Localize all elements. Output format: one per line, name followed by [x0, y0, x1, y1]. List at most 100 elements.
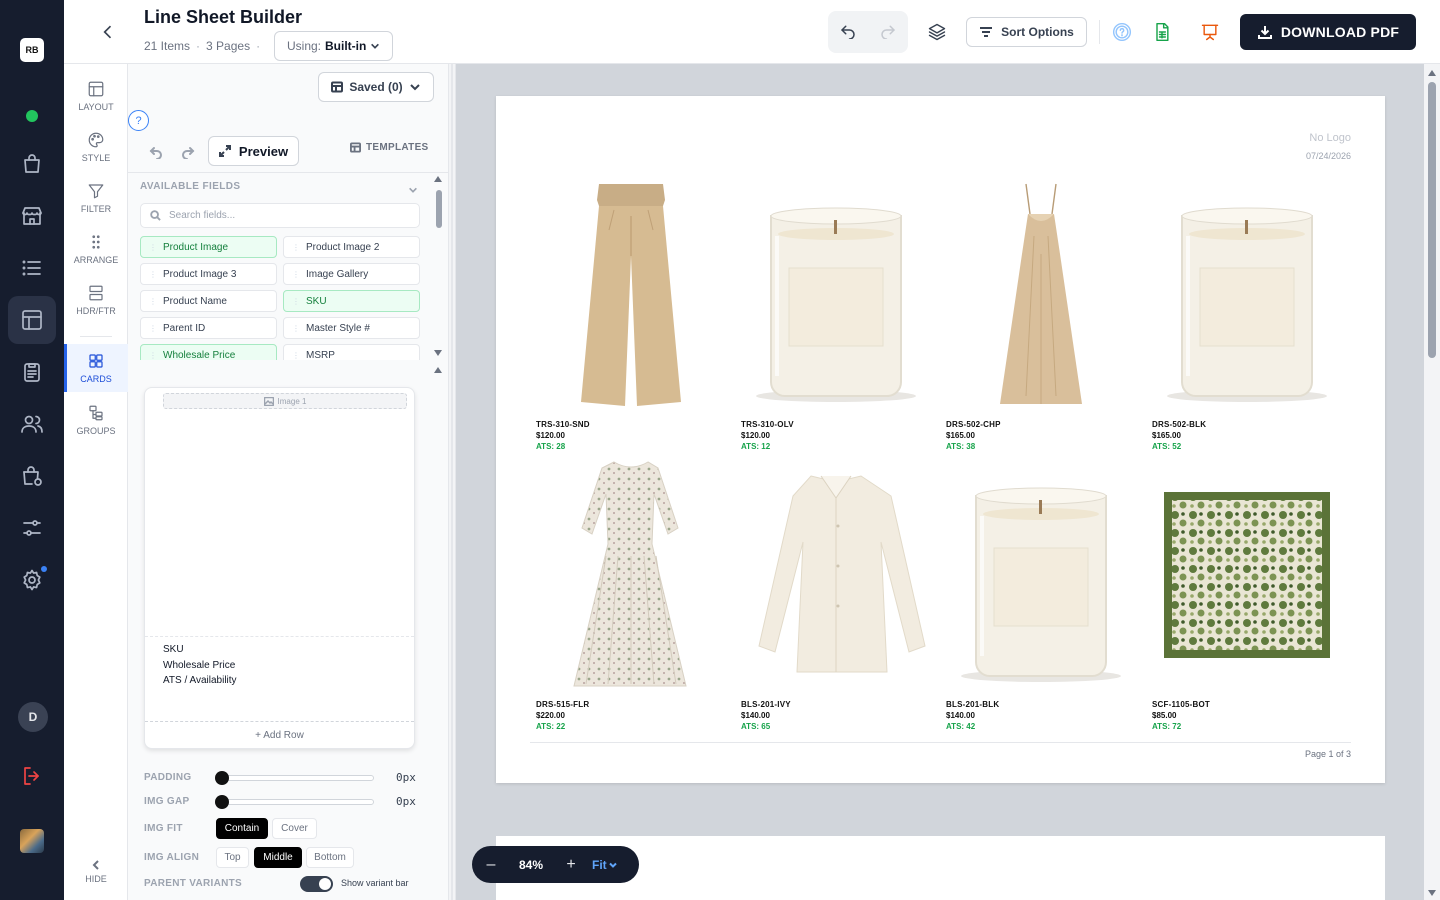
tool-style[interactable]: STYLE [64, 123, 128, 171]
field-chip[interactable]: ⋮ Master Style # [283, 317, 420, 339]
zoom-in-button[interactable]: + [552, 846, 590, 883]
drag-handle-icon[interactable]: ⋮ [292, 297, 300, 306]
download-pdf-button[interactable]: DOWNLOAD PDF [1240, 14, 1416, 50]
hide-panel-button[interactable]: HIDE [64, 852, 128, 892]
product-card[interactable]: DRS-502-BLK $165.00 ATS: 52 [1152, 176, 1342, 451]
field-chip[interactable]: ⋮ Product Image 2 [283, 236, 420, 258]
fields-scrollbar-thumb[interactable] [436, 190, 442, 228]
add-row-button[interactable]: + Add Row [145, 721, 414, 748]
help-button[interactable] [1108, 18, 1136, 46]
product-card[interactable]: SCF-1105-BOT $85.00 ATS: 72 [1152, 456, 1342, 731]
tool-header-footer[interactable]: HDR/FTR [64, 276, 128, 324]
field-chip[interactable]: ⋮ Image Gallery [283, 263, 420, 285]
canvas-scrollbar-thumb[interactable] [1428, 82, 1436, 358]
product-card[interactable]: TRS-310-SND $120.00 ATS: 28 [536, 176, 726, 451]
panel-help-icon[interactable]: ? [128, 110, 149, 131]
tool-groups[interactable]: GROUPS [64, 396, 128, 444]
field-chip[interactable]: ⋮ Product Image [140, 236, 277, 258]
layers-button[interactable] [923, 18, 951, 46]
rail-list-button[interactable] [8, 244, 56, 292]
image-slot[interactable]: Image 1 [163, 393, 407, 409]
drag-handle-icon[interactable]: ⋮ [149, 243, 157, 252]
rail-sliders-button[interactable] [8, 504, 56, 552]
canvas-scroll-down-arrow[interactable] [1428, 890, 1436, 896]
panel-scroll-up-arrow[interactable] [434, 367, 442, 373]
logo-placeholder[interactable]: No Logo [1309, 132, 1351, 144]
card-field-ats[interactable]: ATS / Availability [163, 673, 237, 689]
groups-icon [89, 405, 103, 421]
rail-store-button[interactable] [8, 192, 56, 240]
sort-options-button[interactable]: Sort Options [966, 17, 1087, 47]
drag-handle-icon[interactable]: ⋮ [149, 297, 157, 306]
tool-cards[interactable]: CARDS [64, 344, 128, 392]
product-card[interactable]: TRS-310-OLV $120.00 ATS: 12 [741, 176, 931, 451]
field-search-input[interactable] [169, 210, 409, 221]
rail-settings-button[interactable] [8, 556, 56, 604]
drag-handle-icon[interactable]: ⋮ [149, 351, 157, 360]
redo-button[interactable] [879, 21, 897, 44]
user-avatar[interactable]: D [18, 702, 48, 732]
field-chip[interactable]: ⋮ Wholesale Price [140, 344, 277, 360]
padding-slider-knob[interactable] [215, 771, 229, 785]
product-card[interactable]: BLS-201-BLK $140.00 ATS: 42 [946, 456, 1136, 731]
card-field-sku[interactable]: SKU [163, 642, 237, 658]
img-fit-cover-option[interactable]: Cover [272, 818, 317, 839]
canvas-scrollbar[interactable] [1424, 64, 1440, 900]
template-source-dropdown[interactable]: Using: Built-in [274, 31, 394, 61]
img-align-middle-option[interactable]: Middle [254, 847, 302, 868]
panel-divider [128, 172, 448, 173]
fields-scroll-down-arrow[interactable] [434, 350, 442, 356]
drag-handle-icon[interactable]: ⋮ [149, 324, 157, 333]
workspace-avatar-image[interactable] [20, 829, 44, 853]
drag-handle-icon[interactable]: ⋮ [149, 270, 157, 279]
product-card[interactable]: BLS-201-IVY $140.00 ATS: 65 [741, 456, 931, 731]
img-gap-slider[interactable] [215, 795, 374, 809]
rail-logout-button[interactable] [8, 752, 56, 800]
panel-undo-button[interactable] [146, 142, 166, 162]
show-variant-bar-toggle[interactable] [300, 876, 333, 892]
field-chip[interactable]: ⋮ Product Image 3 [140, 263, 277, 285]
padding-slider[interactable] [215, 771, 374, 785]
undo-button[interactable] [839, 21, 857, 44]
img-fit-contain-option[interactable]: Contain [216, 818, 268, 839]
present-button[interactable] [1196, 18, 1224, 46]
drag-handle-icon[interactable]: ⋮ [292, 243, 300, 252]
img-gap-slider-knob[interactable] [215, 795, 229, 809]
field-chip[interactable]: ⋮ Product Name [140, 290, 277, 312]
field-chip[interactable]: ⋮ SKU [283, 290, 420, 312]
templates-label: TEMPLATES [366, 142, 429, 153]
canvas-scroll-up-arrow[interactable] [1428, 70, 1436, 76]
img-fit-label: IMG FIT [144, 823, 183, 834]
img-align-bottom-option[interactable]: Bottom [306, 847, 354, 868]
available-fields-list: ⋮ Product Image ⋮ Product Image 2 ⋮ Product I… [140, 236, 420, 360]
drag-handle-icon[interactable]: ⋮ [292, 270, 300, 279]
app-logo[interactable]: RB [20, 38, 44, 62]
panel-resize-handle[interactable] [448, 64, 456, 900]
templates-button[interactable]: TEMPLATES [350, 142, 429, 153]
tool-filter[interactable]: FILTER [64, 174, 128, 222]
rail-users-button[interactable] [8, 400, 56, 448]
field-chip[interactable]: ⋮ MSRP [283, 344, 420, 360]
card-field-wholesale-price[interactable]: Wholesale Price [163, 658, 237, 674]
zoom-fit-dropdown[interactable]: Fit [592, 858, 617, 872]
preview-button[interactable]: Preview [208, 136, 299, 166]
export-spreadsheet-button[interactable] [1148, 18, 1176, 46]
tool-arrange[interactable]: ARRANGE [64, 225, 128, 273]
available-fields-collapse-button[interactable] [408, 182, 418, 200]
saved-layouts-dropdown[interactable]: Saved (0) [318, 72, 434, 102]
back-button[interactable] [94, 18, 122, 46]
drag-handle-icon[interactable]: ⋮ [292, 351, 300, 360]
product-card[interactable]: DRS-502-CHP $165.00 ATS: 38 [946, 176, 1136, 451]
tool-layout[interactable]: LAYOUT [64, 72, 128, 120]
field-chip[interactable]: ⋮ Parent ID [140, 317, 277, 339]
rail-line-sheet-button[interactable] [8, 296, 56, 344]
panel-redo-button[interactable] [178, 142, 198, 162]
img-align-top-option[interactable]: Top [216, 847, 249, 868]
rail-bag-settings-button[interactable] [8, 452, 56, 500]
zoom-out-button[interactable]: – [472, 846, 510, 883]
rail-clipboard-button[interactable] [8, 348, 56, 396]
drag-handle-icon[interactable]: ⋮ [292, 324, 300, 333]
fields-scroll-up-arrow[interactable] [434, 176, 442, 182]
rail-orders-button[interactable] [8, 140, 56, 188]
product-card[interactable]: DRS-515-FLR $220.00 ATS: 22 [536, 456, 726, 731]
